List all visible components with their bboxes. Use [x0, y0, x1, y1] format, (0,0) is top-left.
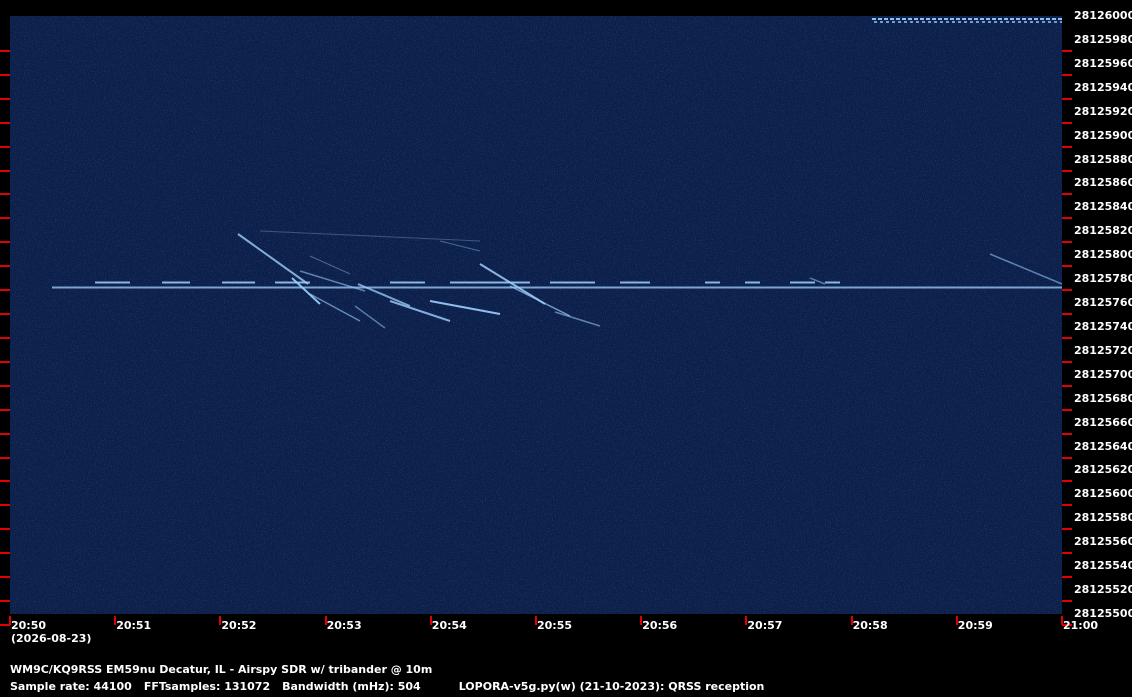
y-tick-label: 28125620	[1074, 463, 1132, 477]
x-tick-label: 20:53	[326, 619, 362, 632]
spectrogram-waterfall	[10, 16, 1062, 614]
y-tick-mark-left	[0, 289, 10, 292]
y-tick-mark-left	[0, 241, 10, 244]
capture-setting: Bandwidth (mHz): 504	[282, 680, 421, 693]
y-tick-mark	[1062, 217, 1072, 220]
y-tick-mark	[1062, 169, 1072, 172]
y-tick-mark	[1062, 193, 1072, 196]
y-tick-label: 28126000	[1074, 9, 1132, 22]
y-tick-mark	[1062, 97, 1072, 100]
y-tick-label: 28125660	[1074, 415, 1132, 429]
waterfall-svg	[10, 16, 1062, 614]
date-label: (2026-08-23)	[11, 632, 92, 645]
y-tick-mark-left	[0, 336, 10, 339]
y-tick-mark-left	[0, 576, 10, 579]
x-tick-label: 20:58	[852, 619, 888, 632]
capture-settings: Sample rate: 44100 FFTsamples: 131072 Band…	[10, 680, 764, 693]
y-tick-label: 28125640	[1074, 439, 1132, 453]
y-tick-mark	[1062, 289, 1072, 292]
frequency-axis: 28126000 28125980 28125960 28125940 28125920…	[1062, 0, 1132, 626]
y-tick-label: 28125920	[1074, 104, 1132, 118]
y-tick-mark-left	[0, 360, 10, 363]
y-tick-label: 28125800	[1074, 248, 1132, 262]
y-tick-mark-left	[0, 193, 10, 196]
y-tick-label: 28125680	[1074, 391, 1132, 405]
y-tick-mark-left	[0, 408, 10, 411]
x-tick-label: 20:59	[957, 619, 993, 632]
x-tick-label: 20:52	[221, 619, 257, 632]
y-tick-mark-left	[0, 432, 10, 435]
y-tick-mark-left	[0, 600, 10, 603]
y-tick-mark-left	[0, 384, 10, 387]
x-tick-label: 20:57	[747, 619, 783, 632]
y-tick-mark	[1062, 73, 1072, 76]
y-tick-mark	[1062, 408, 1072, 411]
y-tick-label: 28125560	[1074, 535, 1132, 549]
y-tick-label: 28125760	[1074, 296, 1132, 310]
capture-setting: LOPORA-v5g.py(w) (21-10-2023): QRSS rece…	[458, 680, 765, 693]
y-tick-label: 28125900	[1074, 128, 1132, 142]
y-tick-mark	[1062, 241, 1072, 244]
y-tick-label: 28125580	[1074, 511, 1132, 525]
y-tick-mark	[1062, 552, 1072, 555]
y-tick-mark	[1062, 265, 1072, 268]
y-tick-mark	[1062, 145, 1072, 148]
y-tick-mark-left	[0, 528, 10, 531]
y-tick-mark	[1062, 576, 1072, 579]
left-tick-column	[0, 0, 10, 626]
y-tick-label: 28125940	[1074, 80, 1132, 94]
y-tick-mark-left	[0, 121, 10, 124]
time-axis: (2026-08-23) 20:50 20:51 20:52 20:53 20:54 20…	[0, 614, 1132, 645]
y-tick-label: 28125980	[1074, 32, 1132, 46]
x-tick-label: 21:00	[1063, 619, 1099, 632]
y-tick-label: 28125960	[1074, 56, 1132, 70]
y-tick-label: 28125520	[1074, 583, 1132, 597]
y-tick-label: 28125720	[1074, 343, 1132, 357]
y-tick-mark	[1062, 384, 1072, 387]
x-tick-label: 20:50	[11, 619, 47, 632]
y-tick-label: 28125780	[1074, 272, 1132, 286]
y-tick-mark-left	[0, 265, 10, 268]
y-tick-mark-left	[0, 145, 10, 148]
y-tick-mark-left	[0, 480, 10, 483]
y-tick-mark	[1062, 432, 1072, 435]
y-tick-mark-left	[0, 73, 10, 76]
y-tick-mark	[1062, 600, 1072, 603]
y-tick-mark-left	[0, 169, 10, 172]
y-tick-mark	[1062, 456, 1072, 459]
x-tick-label: 20:51	[116, 619, 152, 632]
x-tick-label: 20:54	[431, 619, 467, 632]
capture-setting: FFTsamples: 131072	[143, 680, 271, 693]
y-tick-mark-left	[0, 49, 10, 52]
y-tick-mark-left	[0, 456, 10, 459]
y-tick-mark-left	[0, 552, 10, 555]
y-tick-label: 28125600	[1074, 487, 1132, 501]
y-tick-mark-left	[0, 313, 10, 316]
x-tick-label: 20:55	[537, 619, 573, 632]
y-tick-label: 28125540	[1074, 559, 1132, 573]
noise-texture	[10, 16, 1062, 614]
y-tick-label: 28125740	[1074, 319, 1132, 333]
y-tick-mark	[1062, 336, 1072, 339]
station-info: WM9C/KQ9RSS EM59nu Decatur, IL - Airspy …	[10, 663, 433, 676]
y-tick-mark	[1062, 313, 1072, 316]
y-tick-mark	[1062, 480, 1072, 483]
y-tick-label: 28125820	[1074, 224, 1132, 238]
y-tick-label: 28125700	[1074, 367, 1132, 381]
y-tick-label: 28125880	[1074, 152, 1132, 166]
y-tick-mark	[1062, 121, 1072, 124]
y-tick-mark-left	[0, 97, 10, 100]
y-tick-mark	[1062, 360, 1072, 363]
y-tick-mark	[1062, 528, 1072, 531]
y-tick-mark	[1062, 49, 1072, 52]
x-tick-label: 20:56	[642, 619, 678, 632]
capture-setting: Sample rate: 44100	[10, 680, 132, 693]
y-tick-label: 28125860	[1074, 176, 1132, 190]
y-tick-mark-left	[0, 504, 10, 507]
y-tick-label: 28125840	[1074, 200, 1132, 214]
y-tick-mark	[1062, 504, 1072, 507]
y-tick-mark-left	[0, 217, 10, 220]
